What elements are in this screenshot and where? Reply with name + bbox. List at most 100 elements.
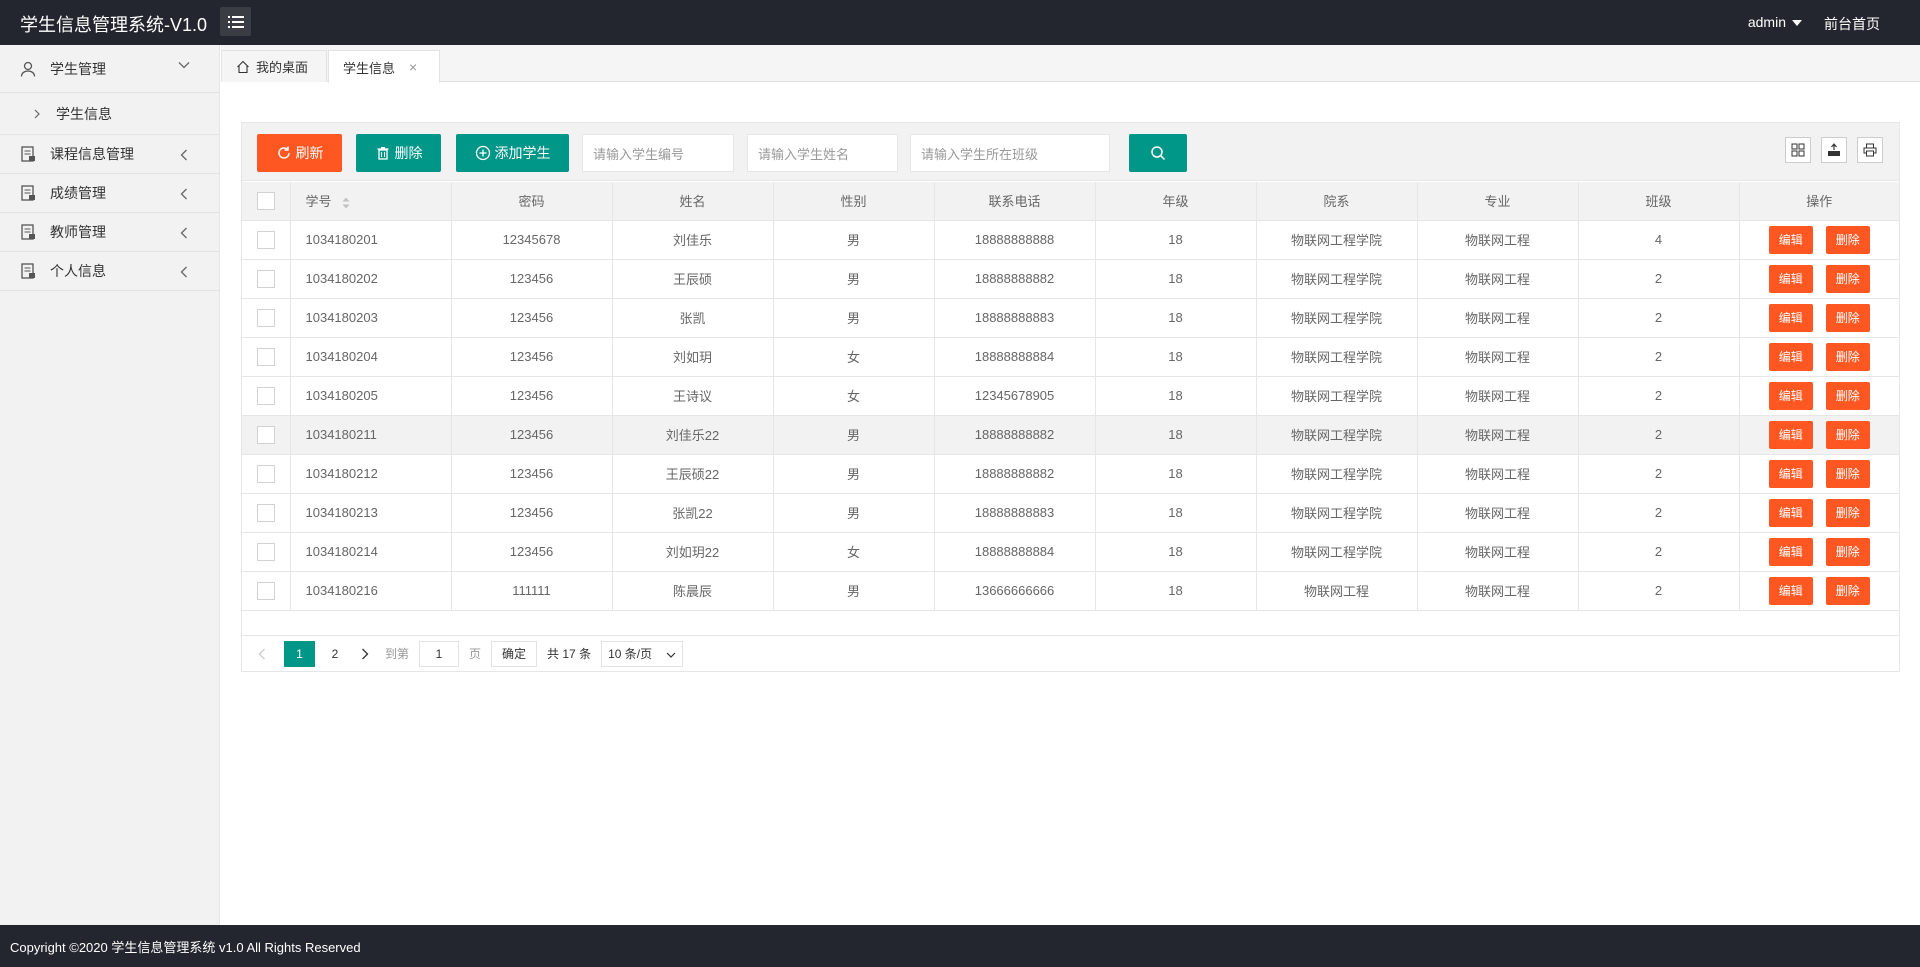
row-actions: 编辑 删除 <box>1739 376 1899 416</box>
table-toolbar: 刷新 删除 添加学生 请输入学生编号 请输入学生姓名 请输入学生所在班级 <box>242 123 1899 181</box>
table-row[interactable]: 1034180201 12345678 刘佳乐男 18888888888 18 物联网工程… <box>242 220 1899 260</box>
delete-button[interactable]: 删除 <box>1825 537 1870 566</box>
row-checkbox[interactable] <box>256 425 275 444</box>
table-row[interactable]: 1034180214 123456 刘如玥22 女 18888888884 18 物联网工程… <box>242 532 1899 572</box>
edit-button[interactable]: 编辑 <box>1768 537 1813 566</box>
goto-confirm-button[interactable]: 确定 <box>491 640 538 667</box>
add-student-button[interactable]: 添加学生 <box>456 134 569 172</box>
table-row[interactable]: 1034180205 123456 王诗议女 12345678905 18 物联网工程学院… <box>242 376 1899 416</box>
delete-button[interactable]: 删除 <box>1825 498 1870 527</box>
delete-button[interactable]: 删除 <box>1825 576 1870 605</box>
sidebar-item-student-info[interactable]: 学生信息 <box>0 93 219 135</box>
student-id-input[interactable]: 请输入学生编号 <box>582 134 734 172</box>
front-home-link[interactable]: 前台首页 <box>1824 14 1880 34</box>
column-header: 操作 <box>1739 182 1899 221</box>
table-cell: 123456 <box>451 415 613 455</box>
table-cell: 18888888884 <box>934 337 1096 377</box>
select-all-checkbox[interactable] <box>256 191 275 210</box>
row-select-cell <box>242 298 291 338</box>
refresh-button[interactable]: 刷新 <box>257 134 342 172</box>
table-cell: 物联网工程 <box>1417 415 1579 455</box>
sidebar: 学生管理 学生信息 课程信息管理 成绩管理 教师管理 个人信息 <box>0 45 220 925</box>
sort-icon[interactable] <box>342 197 350 209</box>
delete-button[interactable]: 删除 <box>1825 420 1870 449</box>
row-select-cell <box>242 259 291 299</box>
student-class-input[interactable]: 请输入学生所在班级 <box>910 134 1110 172</box>
table-row[interactable]: 1034180213 123456 张凯22 男 18888888883 18 物联网工程学… <box>242 493 1899 533</box>
edit-button[interactable]: 编辑 <box>1768 498 1813 527</box>
edit-button[interactable]: 编辑 <box>1768 459 1813 488</box>
table-row[interactable]: 1034180204 123456 刘如玥女 18888888884 18 物联网工程学院… <box>242 337 1899 377</box>
delete-button[interactable]: 删除 <box>1825 264 1870 293</box>
export-button[interactable] <box>1821 137 1847 163</box>
page-2-button[interactable]: 2 <box>325 641 345 667</box>
table-cell: 物联网工程学院 <box>1256 532 1418 572</box>
table-cell: 18 <box>1095 298 1257 338</box>
print-button[interactable] <box>1857 137 1883 163</box>
table-row[interactable]: 1034180211 123456 刘佳乐22 男 18888888882 18 物联网工程… <box>242 415 1899 455</box>
sidebar-item-personal-info[interactable]: 个人信息 <box>0 252 219 291</box>
document-icon <box>20 146 36 162</box>
sidebar-item-student-management[interactable]: 学生管理 <box>0 45 219 93</box>
edit-button[interactable]: 编辑 <box>1768 225 1813 254</box>
edit-button[interactable]: 编辑 <box>1768 420 1813 449</box>
table-cell: 男 <box>773 298 935 338</box>
footer: Copyright ©2020 学生信息管理系统 v1.0 All Rights… <box>0 925 1920 967</box>
page-size-select[interactable]: 10 条/页 <box>601 640 684 667</box>
chevron-left-icon <box>180 188 187 200</box>
student-name-input[interactable]: 请输入学生姓名 <box>747 134 898 172</box>
printer-icon <box>1863 143 1877 157</box>
table-cell: 1034180214 <box>290 532 452 572</box>
table-row[interactable]: 1034180216 111111 陈晨辰男 13666666666 18 物联网工程 物联… <box>242 571 1899 611</box>
delete-button[interactable]: 删除 <box>1825 225 1870 254</box>
page-1-button[interactable]: 1 <box>284 640 315 667</box>
row-checkbox[interactable] <box>256 269 275 288</box>
table-cell: 18 <box>1095 220 1257 260</box>
menu-toggle-button[interactable] <box>220 7 251 36</box>
search-button[interactable] <box>1129 134 1187 172</box>
table-cell: 2 <box>1578 493 1740 533</box>
user-menu[interactable]: admin <box>1748 14 1802 30</box>
sidebar-item-grade-management[interactable]: 成绩管理 <box>0 174 219 213</box>
goto-page-input[interactable]: 1 <box>419 640 460 667</box>
tab-my-desktop[interactable]: 我的桌面 <box>221 50 327 82</box>
delete-button[interactable]: 删除 <box>1825 459 1870 488</box>
batch-delete-button[interactable]: 删除 <box>356 134 441 172</box>
close-icon[interactable]: × <box>409 59 417 75</box>
row-checkbox[interactable] <box>256 542 275 561</box>
row-checkbox[interactable] <box>256 581 275 600</box>
delete-button[interactable]: 删除 <box>1825 342 1870 371</box>
row-checkbox[interactable] <box>256 503 275 522</box>
edit-button[interactable]: 编辑 <box>1768 342 1813 371</box>
edit-button[interactable]: 编辑 <box>1768 576 1813 605</box>
row-checkbox[interactable] <box>256 308 275 327</box>
delete-button[interactable]: 删除 <box>1825 381 1870 410</box>
table-cell: 物联网工程 <box>1417 376 1579 416</box>
chevron-right-icon <box>34 109 40 118</box>
next-page-button[interactable] <box>355 641 375 667</box>
tab-student-info[interactable]: 学生信息 × <box>328 50 440 83</box>
table-cell: 刘佳乐22 <box>612 415 774 455</box>
column-filter-button[interactable] <box>1785 137 1811 163</box>
row-checkbox[interactable] <box>256 230 275 249</box>
edit-button[interactable]: 编辑 <box>1768 303 1813 332</box>
table-cell: 123456 <box>451 493 613 533</box>
column-header-id[interactable]: 学号 <box>290 182 452 221</box>
column-header: 班级 <box>1578 182 1740 221</box>
row-checkbox[interactable] <box>256 347 275 366</box>
sidebar-item-teacher-management[interactable]: 教师管理 <box>0 213 219 252</box>
table-row[interactable]: 1034180212 123456 王辰硕22 男 18888888882 18 物联网工程… <box>242 454 1899 494</box>
prev-page-button[interactable] <box>252 641 272 667</box>
table-cell: 物联网工程学院 <box>1256 376 1418 416</box>
row-checkbox[interactable] <box>256 464 275 483</box>
tab-bar: 我的桌面 学生信息 × <box>221 45 1920 83</box>
table-cell: 男 <box>773 259 935 299</box>
table-row[interactable]: 1034180203 123456 张凯男 18888888883 18 物联网工程学院物… <box>242 298 1899 338</box>
edit-button[interactable]: 编辑 <box>1768 264 1813 293</box>
table-row[interactable]: 1034180202 123456 王辰硕男 18888888882 18 物联网工程学院… <box>242 259 1899 299</box>
table-cell: 物联网工程学院 <box>1256 220 1418 260</box>
edit-button[interactable]: 编辑 <box>1768 381 1813 410</box>
row-checkbox[interactable] <box>256 386 275 405</box>
sidebar-item-course-management[interactable]: 课程信息管理 <box>0 135 219 174</box>
delete-button[interactable]: 删除 <box>1825 303 1870 332</box>
